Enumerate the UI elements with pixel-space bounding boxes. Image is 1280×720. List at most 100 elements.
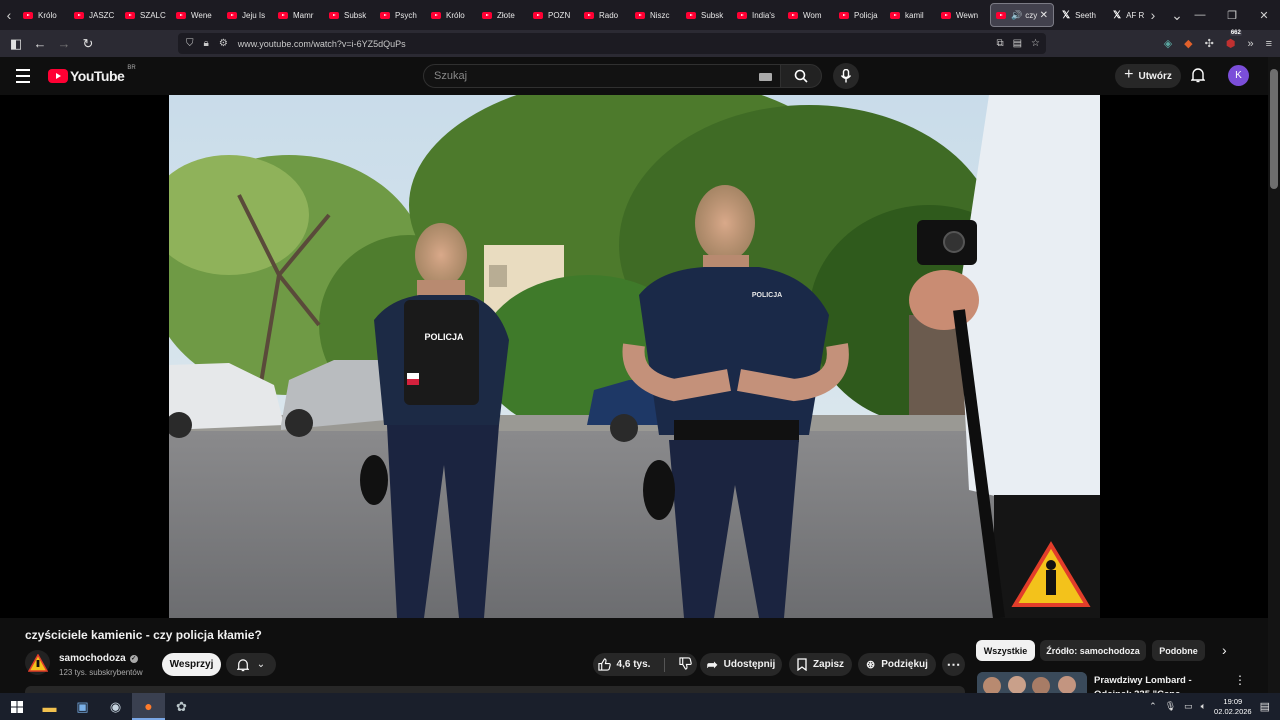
- permissions-icon[interactable]: ⚙: [219, 38, 228, 49]
- monitor-icon: ▣: [76, 698, 89, 714]
- tab-item[interactable]: Subsk: [681, 3, 732, 27]
- search-input[interactable]: [434, 70, 734, 82]
- tab-item[interactable]: Mamr: [273, 3, 324, 27]
- tab-x-2[interactable]: 𝕏 AF R: [1108, 3, 1144, 27]
- taskbar-app-2[interactable]: ▣: [66, 693, 99, 720]
- tab-item[interactable]: Psych: [375, 3, 426, 27]
- ublock-icon[interactable]: ⬢ 662: [1226, 30, 1242, 50]
- notifications-tray-icon[interactable]: ▤: [1260, 700, 1270, 713]
- tab-item[interactable]: kamil: [885, 3, 936, 27]
- overflow-chevrons-icon[interactable]: »: [1247, 38, 1253, 50]
- picture-in-picture-icon[interactable]: ⧉: [996, 38, 1003, 49]
- tab-title: Wene: [191, 10, 212, 20]
- account-avatar[interactable]: K: [1228, 65, 1249, 86]
- tray-expand-icon[interactable]: ⌃: [1149, 701, 1157, 712]
- tab-item[interactable]: POZN: [528, 3, 579, 27]
- tab-item[interactable]: Wewn: [936, 3, 987, 27]
- video-title: czyściciele kamienic - czy policja kłami…: [25, 628, 262, 642]
- youtube-favicon-icon: [380, 11, 390, 19]
- tab-active[interactable]: 🔊 czy ✕: [990, 3, 1054, 27]
- voice-search-button[interactable]: [833, 63, 859, 89]
- tracking-protection-icon[interactable]: ⛉: [186, 38, 194, 49]
- create-button[interactable]: + Utwórz: [1115, 64, 1181, 88]
- chip-all[interactable]: Wszystkie: [976, 640, 1035, 661]
- tab-scroll-right-icon[interactable]: ›: [1144, 0, 1162, 30]
- tab-item[interactable]: Jeju Is: [222, 3, 273, 27]
- description-box[interactable]: [25, 686, 965, 693]
- related-menu-icon[interactable]: ⋮: [1234, 673, 1246, 687]
- share-button[interactable]: ➦ Udostępnij: [700, 653, 782, 676]
- youtube-favicon-icon: [278, 11, 288, 19]
- fox-extension-icon[interactable]: ◆: [1184, 37, 1192, 50]
- tab-item[interactable]: Królo: [426, 3, 477, 27]
- youtube-logo[interactable]: YouTube BR: [48, 65, 136, 84]
- tab-item[interactable]: Policja: [834, 3, 885, 27]
- start-button[interactable]: [0, 693, 33, 720]
- channel-avatar[interactable]: [25, 650, 50, 675]
- bookmark-star-icon[interactable]: ☆: [1031, 38, 1040, 49]
- back-icon[interactable]: ←: [28, 32, 52, 56]
- related-video-thumbnail[interactable]: [977, 672, 1087, 693]
- close-tab-icon[interactable]: ✕: [1040, 10, 1048, 21]
- tab-item[interactable]: Królo: [18, 3, 69, 27]
- network-icon[interactable]: ▭: [1184, 701, 1193, 712]
- restore-icon[interactable]: ❐: [1216, 9, 1248, 22]
- extensions-puzzle-icon[interactable]: ✣: [1205, 37, 1214, 50]
- address-bar[interactable]: ⛉ 🔒︎ ⚙ www.youtube.com/watch?v=i-6YZ5dQu…: [178, 33, 1046, 54]
- support-button[interactable]: Wesprzyj: [162, 653, 221, 676]
- tab-item[interactable]: Wom: [783, 3, 834, 27]
- chips-next-icon[interactable]: ›: [1222, 642, 1227, 658]
- tab-item[interactable]: Rado: [579, 3, 630, 27]
- lock-icon[interactable]: 🔒︎: [204, 38, 209, 49]
- tab-item[interactable]: Wene: [171, 3, 222, 27]
- dislike-button[interactable]: [679, 656, 693, 673]
- warning-sign-icon: [27, 653, 48, 672]
- tab-scroll-left-icon[interactable]: ‹: [0, 0, 18, 30]
- reload-icon[interactable]: ↻: [76, 32, 100, 56]
- youtube-favicon-icon: [839, 11, 849, 19]
- tab-title: AF R: [1126, 10, 1144, 20]
- chip-similar[interactable]: Podobne: [1152, 640, 1205, 661]
- tab-item[interactable]: JASZC: [69, 3, 120, 27]
- more-actions-button[interactable]: ⋯: [942, 653, 965, 676]
- taskbar-explorer[interactable]: ▬: [33, 693, 66, 720]
- taskbar-steam[interactable]: ◉: [99, 693, 132, 720]
- taskbar-app-5[interactable]: ✿: [165, 693, 198, 720]
- like-button[interactable]: 4,6 tys.: [597, 658, 650, 671]
- video-frame[interactable]: POLICJA POLICJA: [169, 95, 1100, 618]
- channel-name[interactable]: samochodoza ✓: [59, 653, 138, 664]
- guide-menu-icon[interactable]: [16, 69, 30, 87]
- video-player[interactable]: POLICJA POLICJA: [0, 95, 1268, 618]
- tab-item[interactable]: Niszc: [630, 3, 681, 27]
- scrollbar-thumb[interactable]: [1270, 69, 1278, 189]
- reader-view-icon[interactable]: ▤: [1013, 38, 1022, 49]
- page-scrollbar[interactable]: [1268, 57, 1280, 693]
- thanks-button[interactable]: ⊛ Podziękuj: [858, 653, 936, 676]
- app-icon: ✿: [176, 698, 187, 714]
- app-menu-icon[interactable]: ≡: [1266, 38, 1272, 50]
- tab-item[interactable]: SZALC: [120, 3, 171, 27]
- keyboard-icon[interactable]: [759, 73, 772, 81]
- tab-item[interactable]: Subsk: [324, 3, 375, 27]
- minimize-icon[interactable]: —: [1184, 9, 1216, 21]
- microphone-tray-icon[interactable]: 🎙︎: [1165, 701, 1176, 712]
- related-video-title[interactable]: Prawdziwy Lombard - Odcinek 335 "Cena za…: [1094, 674, 1224, 693]
- search-button[interactable]: [780, 64, 822, 88]
- search-box[interactable]: [423, 64, 781, 88]
- close-window-icon[interactable]: ✕: [1248, 9, 1280, 22]
- chip-source[interactable]: Źródło: samochodoza: [1040, 640, 1146, 661]
- tab-x-1[interactable]: 𝕏 Seeth: [1057, 3, 1108, 27]
- tab-item[interactable]: India's: [732, 3, 783, 27]
- speaker-icon[interactable]: 🔊: [1011, 10, 1022, 21]
- clock[interactable]: 19:09 02.02.2026: [1214, 697, 1252, 717]
- notifications-button[interactable]: [1190, 67, 1206, 88]
- volume-icon[interactable]: 🔈︎: [1201, 701, 1206, 712]
- forward-icon[interactable]: →: [52, 32, 76, 56]
- taskbar-firefox[interactable]: ●: [132, 693, 165, 720]
- tab-item[interactable]: Złote: [477, 3, 528, 27]
- save-button[interactable]: Zapisz: [789, 653, 852, 676]
- sidebar-toggle-icon[interactable]: ◧: [4, 32, 28, 56]
- subscription-bell-button[interactable]: ⌄: [226, 653, 276, 676]
- search-icon: [794, 69, 808, 83]
- shield-extension-icon[interactable]: ◈: [1164, 37, 1172, 50]
